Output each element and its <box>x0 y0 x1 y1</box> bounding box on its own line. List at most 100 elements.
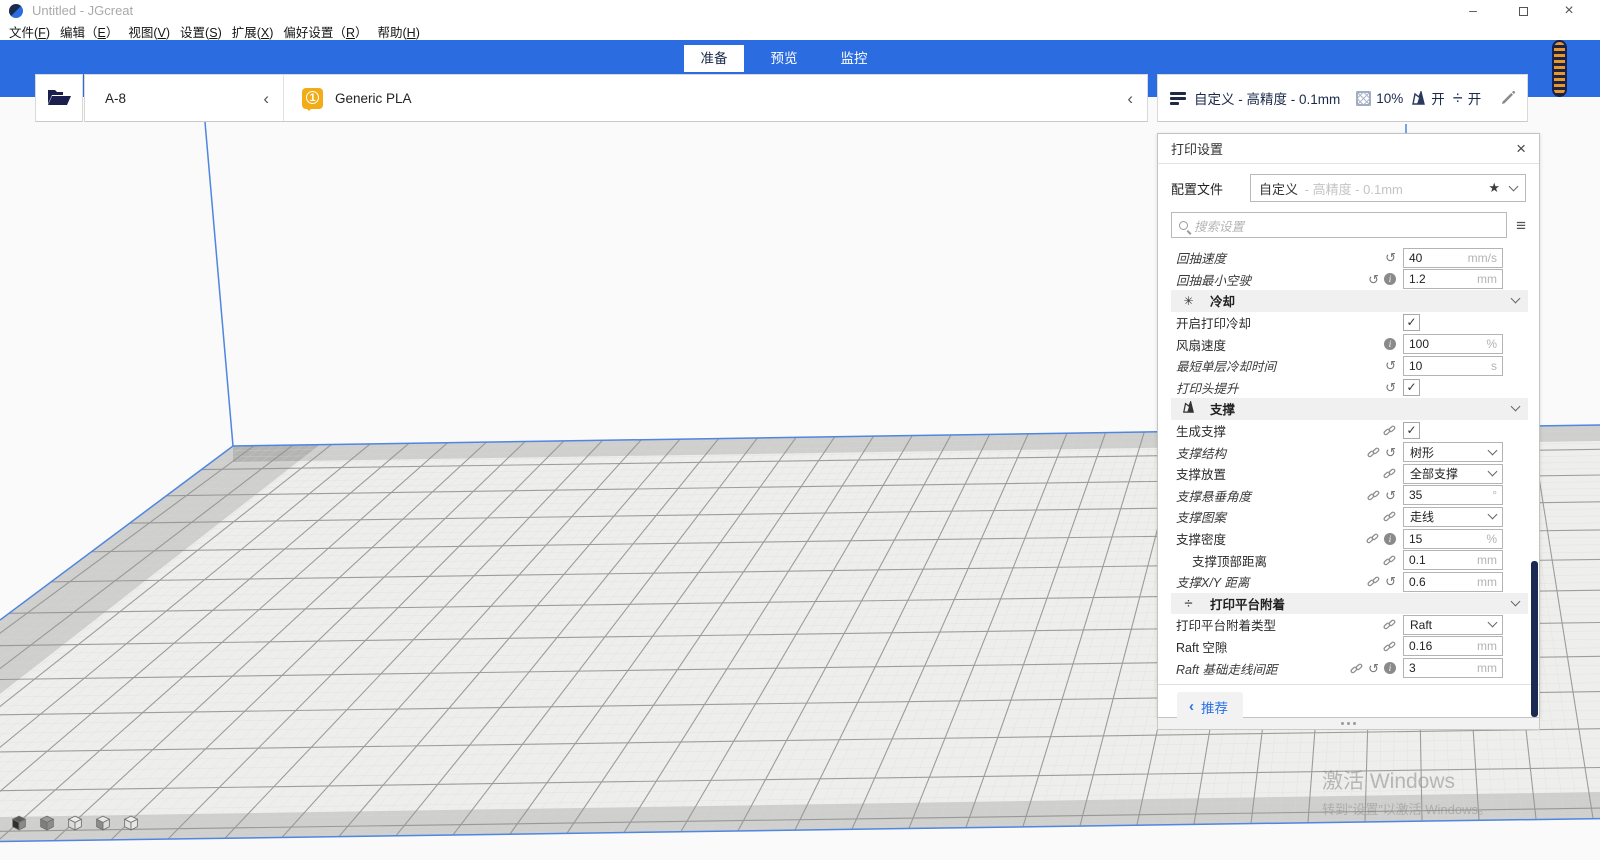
setting-input[interactable]: 10s <box>1403 356 1503 376</box>
menu-item[interactable]: 文件(F) <box>4 22 55 41</box>
info-icon: i <box>1384 533 1396 545</box>
favorite-star-icon[interactable]: ★ <box>1488 180 1500 196</box>
setting-row: 支撑图案走线 <box>1158 506 1539 528</box>
setting-checkbox[interactable]: ✓ <box>1403 379 1420 396</box>
setting-label: 支撑顶部距离 <box>1176 551 1267 570</box>
setting-row: 支撑悬垂角度↺35° <box>1158 485 1539 507</box>
select-value: 走线 <box>1410 508 1489 525</box>
revert-icon[interactable]: ↺ <box>1385 359 1396 372</box>
setting-input[interactable]: 15% <box>1403 529 1503 549</box>
material-selector[interactable]: 1 Generic PLA ‹ <box>284 75 1147 121</box>
setting-row: 支撑放置全部支撑 <box>1158 463 1539 485</box>
setting-input[interactable]: 3mm <box>1403 658 1503 678</box>
fan-icon: ✳ <box>1180 294 1197 308</box>
setting-input[interactable]: 35° <box>1403 485 1503 505</box>
setting-input[interactable]: 1.2mm <box>1403 269 1503 289</box>
setting-input[interactable]: 0.6mm <box>1403 572 1503 592</box>
link-icon <box>1350 662 1363 675</box>
link-icon <box>1383 510 1396 523</box>
setting-input[interactable]: 0.16mm <box>1403 636 1503 656</box>
tab-1[interactable]: 准备 <box>684 45 744 72</box>
panel-resize-handle[interactable] <box>1157 718 1540 730</box>
search-input[interactable]: 搜索设置 <box>1171 212 1507 238</box>
link-icon <box>1383 424 1396 437</box>
setting-label: 支撑结构 <box>1176 443 1226 462</box>
close-button[interactable]: × <box>1546 0 1592 22</box>
chevron-down-icon <box>1509 181 1519 191</box>
setting-input[interactable]: 40mm/s <box>1403 248 1503 268</box>
panel-close-icon[interactable]: × <box>1516 140 1526 157</box>
setting-row: 支撑顶部距离 0.1mm <box>1158 549 1539 571</box>
maximize-icon <box>1519 7 1528 16</box>
setting-input[interactable]: 0.1mm <box>1403 550 1503 570</box>
revert-icon[interactable]: ↺ <box>1385 489 1396 502</box>
menu-item[interactable]: 偏好设置（R） <box>278 22 372 41</box>
menu-item[interactable]: 扩展(X) <box>227 22 279 41</box>
chevron-down-icon <box>1488 618 1498 628</box>
link-icon <box>1383 640 1396 653</box>
revert-icon[interactable]: ↺ <box>1385 446 1396 459</box>
revert-icon[interactable]: ↺ <box>1368 273 1379 286</box>
section-header-fan[interactable]: ✳冷却 <box>1171 290 1528 312</box>
setting-row: 风扇速度i100% <box>1158 333 1539 355</box>
layers-icon <box>1170 92 1186 105</box>
view-3d-icon[interactable] <box>10 814 28 832</box>
settings-visibility-menu-icon[interactable]: ≡ <box>1516 217 1526 234</box>
revert-icon[interactable]: ↺ <box>1385 575 1396 588</box>
setting-label: Raft 空隙 <box>1176 637 1227 656</box>
setting-row: 回抽速度↺40mm/s <box>1158 247 1539 269</box>
setting-select[interactable]: 树形 <box>1403 442 1503 462</box>
open-file-button[interactable] <box>35 74 83 122</box>
input-unit: mm <box>1477 661 1497 675</box>
chevron-left-icon: ‹ <box>1189 698 1194 715</box>
setting-label: 打印平台附着类型 <box>1176 615 1276 634</box>
revert-icon[interactable]: ↺ <box>1385 251 1396 264</box>
maximize-button[interactable] <box>1500 0 1546 22</box>
menu-item[interactable]: 帮助(H) <box>372 22 424 41</box>
extruder-badge-icon: 1 <box>302 88 323 109</box>
chevron-down-icon <box>1488 510 1498 520</box>
link-icon <box>1383 618 1396 631</box>
minimize-button[interactable]: – <box>1450 0 1496 22</box>
setting-row: 回抽最小空驶↺i1.2mm <box>1158 269 1539 291</box>
input-unit: % <box>1486 532 1497 546</box>
view-left-icon[interactable] <box>94 814 112 832</box>
material-name: Generic PLA <box>335 91 412 106</box>
view-top-icon[interactable] <box>66 814 84 832</box>
profile-summary-text: 自定义 - 高精度 - 0.1mm <box>1194 88 1340 108</box>
section-header-support[interactable]: 支撑 <box>1171 398 1528 420</box>
input-value: 1.2 <box>1409 272 1477 286</box>
support-icon <box>1180 401 1197 416</box>
tab-3[interactable]: 监控 <box>824 45 884 72</box>
setting-checkbox[interactable]: ✓ <box>1403 314 1420 331</box>
view-front-icon[interactable] <box>38 814 56 832</box>
menu-item[interactable]: 视图(V) <box>123 22 175 41</box>
revert-icon[interactable]: ↺ <box>1368 662 1379 675</box>
setting-row: 支撑X/Y 距离↺0.6mm <box>1158 571 1539 593</box>
setting-select[interactable]: Raft <box>1403 615 1503 635</box>
printer-selector[interactable]: A-8 ‹ <box>85 75 284 121</box>
setting-select[interactable]: 全部支撑 <box>1403 464 1503 484</box>
profile-dropdown[interactable]: 自定义 - 高精度 - 0.1mm ★ <box>1250 174 1526 202</box>
panel-scrollbar-thumb[interactable] <box>1531 561 1538 717</box>
tab-2[interactable]: 预览 <box>754 45 814 72</box>
setting-select[interactable]: 走线 <box>1403 507 1503 527</box>
view-right-icon[interactable] <box>122 814 140 832</box>
menu-item[interactable]: 设置(S) <box>175 22 227 41</box>
window-title: Untitled - JGcreat <box>32 3 133 18</box>
input-unit: mm <box>1477 639 1497 653</box>
panel-header[interactable]: 打印设置 × <box>1158 134 1539 164</box>
menu-item[interactable]: 编辑（E） <box>55 22 123 41</box>
section-header-adhesion[interactable]: ÷打印平台附着 <box>1171 593 1528 615</box>
revert-icon[interactable]: ↺ <box>1385 381 1396 394</box>
input-unit: ° <box>1492 488 1497 502</box>
view-orientation-toolbar <box>10 814 140 832</box>
input-unit: % <box>1486 337 1497 351</box>
setting-checkbox[interactable]: ✓ <box>1403 422 1420 439</box>
setting-input[interactable]: 100% <box>1403 334 1503 354</box>
print-settings-summary[interactable]: 自定义 - 高精度 - 0.1mm 10% 开 ÷ 开 <box>1157 74 1528 122</box>
section-label: 支撑 <box>1210 399 1235 418</box>
setting-row: 最短单层冷却时间↺10s <box>1158 355 1539 377</box>
adhesion-icon: ÷ <box>1180 595 1197 612</box>
edit-pencil-icon[interactable] <box>1501 91 1515 105</box>
